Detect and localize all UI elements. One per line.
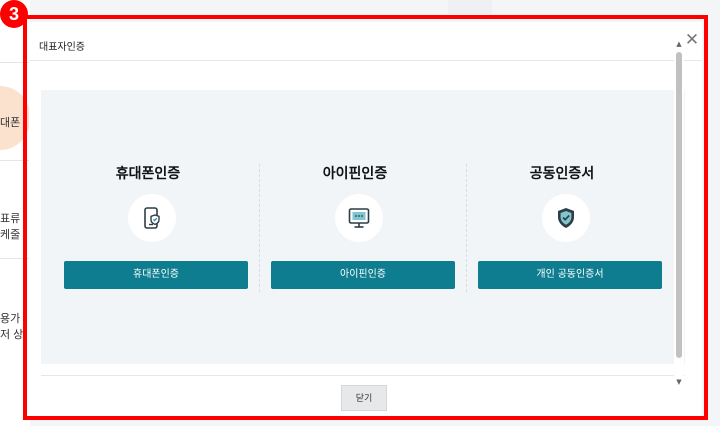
scroll-up-arrow-icon[interactable]: ▲ — [674, 40, 684, 48]
background-divider — [0, 258, 30, 259]
phone-auth-option: 휴대폰인증 휴대폰인증 — [41, 90, 255, 364]
cert-auth-button[interactable]: 개인 공동인증서 — [478, 261, 662, 289]
background-text: 표류 — [0, 213, 21, 225]
background-text: 용가 — [0, 313, 21, 325]
background-tab — [448, 0, 492, 14]
scroll-down-arrow-icon[interactable]: ▼ — [674, 378, 684, 386]
close-button[interactable]: 닫기 — [341, 385, 387, 411]
auth-modal: 대표자인증 ✕ 휴대폰인증 휴대폰인증 아이핀인증 아이핀인증 공동인증서 개인… — [29, 22, 702, 419]
ipin-auth-option: 아이핀인증 아이핀인증 — [248, 90, 462, 364]
phone-auth-title: 휴대폰인증 — [115, 165, 181, 181]
ipin-auth-title: 아이핀인증 — [322, 165, 388, 181]
background-divider — [0, 160, 30, 161]
background-text: 대폰 — [0, 117, 21, 129]
cert-auth-option: 공동인증서 개인 공동인증서 — [455, 90, 669, 364]
modal-header-divider — [29, 60, 702, 61]
modal-title: 대표자인증 — [39, 42, 85, 53]
shield-check-icon — [542, 194, 590, 242]
background-divider — [0, 62, 30, 63]
ipin-auth-button[interactable]: 아이핀인증 — [271, 261, 455, 289]
scrollbar-thumb[interactable] — [676, 52, 682, 358]
phone-shield-icon — [128, 194, 176, 242]
background-text: 케줄 — [0, 229, 21, 241]
phone-auth-button[interactable]: 휴대폰인증 — [64, 261, 248, 289]
cert-auth-title: 공동인증서 — [529, 165, 595, 181]
modal-footer-divider — [41, 375, 685, 376]
close-icon[interactable]: ✕ — [682, 30, 702, 50]
step-number-badge: 3 — [0, 0, 28, 28]
monitor-icon — [335, 194, 383, 242]
auth-options-panel: 휴대폰인증 휴대폰인증 아이핀인증 아이핀인증 공동인증서 개인 공동인증서 — [41, 90, 685, 364]
background-text: 저 상 — [0, 329, 24, 341]
